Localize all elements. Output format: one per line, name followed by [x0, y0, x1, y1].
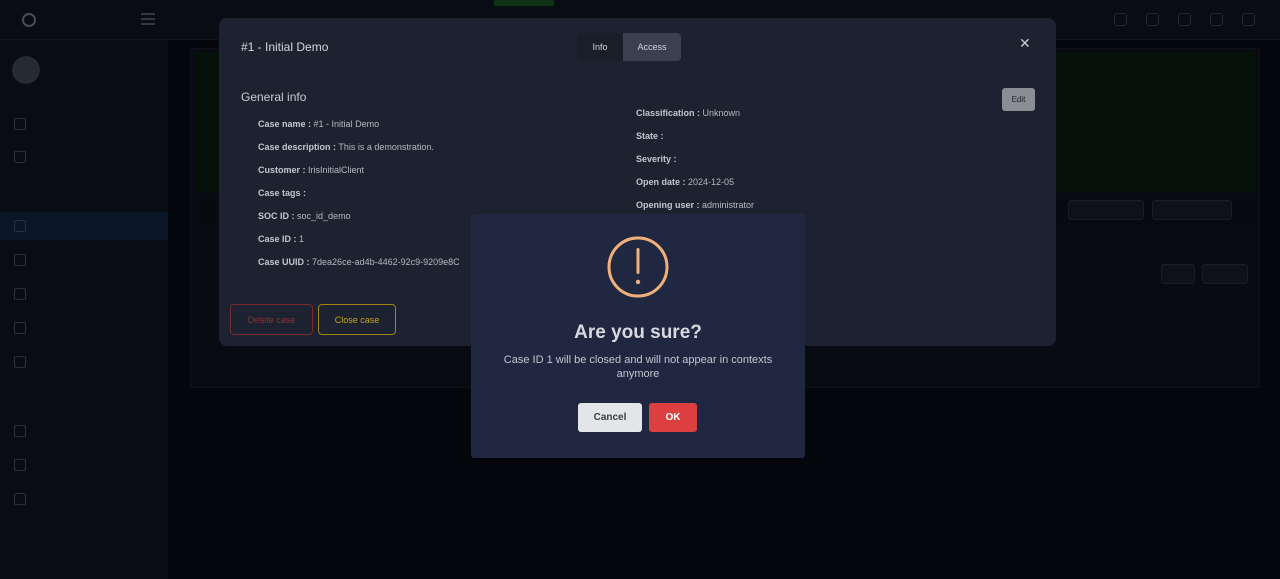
field-classification: Classification : Unknown [636, 108, 740, 118]
tab-info[interactable]: Info [577, 33, 623, 61]
field-severity: Severity : [636, 154, 677, 164]
field-label: Severity : [636, 154, 677, 164]
field-case-uuid: Case UUID : 7dea26ce-ad4b-4462-92c9-9209… [258, 257, 460, 267]
field-customer: Customer : IrisInitialClient [258, 165, 364, 175]
field-value: This is a demonstration. [338, 142, 434, 152]
field-value: 1 [299, 234, 305, 244]
field-value: #1 - Initial Demo [313, 119, 380, 129]
modal-title: #1 - Initial Demo [241, 40, 329, 54]
field-case-name: Case name : #1 - Initial Demo [258, 119, 379, 129]
field-label: Classification : [636, 108, 701, 118]
field-value: administrator [702, 200, 755, 210]
field-soc-id: SOC ID : soc_id_demo [258, 211, 351, 221]
ok-button[interactable]: OK [649, 403, 697, 432]
field-label: Customer : [258, 165, 306, 175]
confirm-title: Are you sure? [574, 322, 702, 343]
confirm-dialog: Are you sure? Case ID 1 will be closed a… [471, 214, 805, 458]
section-title: General info [241, 90, 307, 104]
field-label: SOC ID : [258, 211, 295, 221]
modal-tabs: Info Access [577, 33, 681, 61]
delete-case-button[interactable]: Delete case [230, 304, 313, 335]
field-label: Case name : [258, 119, 312, 129]
close-case-button[interactable]: Close case [318, 304, 396, 335]
field-value: 2024-12-05 [688, 177, 735, 187]
field-state: State : [636, 131, 664, 141]
exclamation-icon [607, 236, 669, 298]
field-label: Opening user : [636, 200, 700, 210]
field-value: soc_id_demo [297, 211, 351, 221]
field-label: Open date : [636, 177, 686, 187]
close-icon[interactable]: ✕ [1019, 35, 1031, 51]
field-label: State : [636, 131, 664, 141]
field-value: 7dea26ce-ad4b-4462-92c9-9209e8C [312, 257, 460, 267]
field-value: IrisInitialClient [308, 165, 365, 175]
field-opening-user: Opening user : administrator [636, 200, 754, 210]
edit-button[interactable]: Edit [1002, 88, 1035, 111]
field-label: Case description : [258, 142, 337, 152]
field-label: Case UUID : [258, 257, 310, 267]
field-value: Unknown [702, 108, 741, 118]
field-open-date: Open date : 2024-12-05 [636, 177, 734, 187]
cancel-button[interactable]: Cancel [578, 403, 642, 432]
field-label: Case ID : [258, 234, 297, 244]
field-label: Case tags : [258, 188, 307, 198]
field-case-description: Case description : This is a demonstrati… [258, 142, 434, 152]
field-case-id: Case ID : 1 [258, 234, 304, 244]
tab-access[interactable]: Access [623, 33, 681, 61]
field-case-tags: Case tags : [258, 188, 306, 198]
confirm-message: Case ID 1 will be closed and will not ap… [503, 354, 773, 380]
